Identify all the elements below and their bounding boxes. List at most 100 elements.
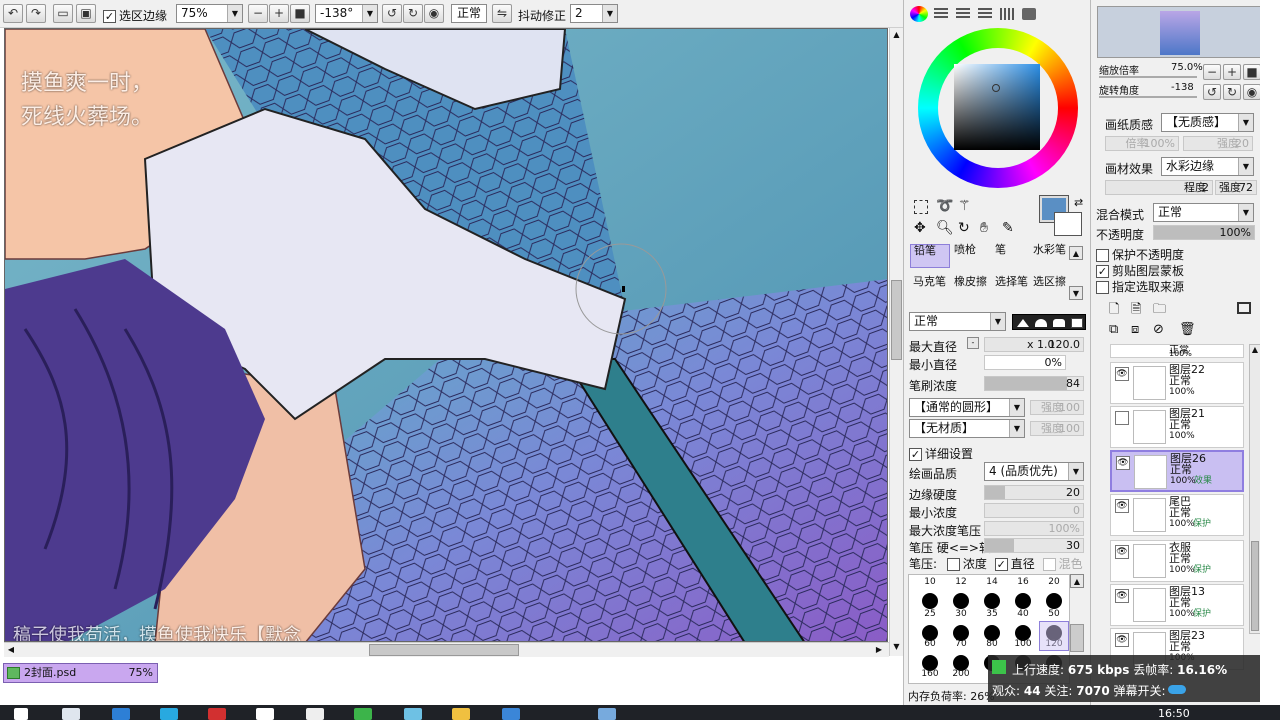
nav-zoom-in-icon[interactable]: +: [1223, 64, 1241, 80]
drawing-canvas[interactable]: 摸鱼爽一时， 死线火葬场。 稿子使我苟活，摸鱼使我快乐【默念: [4, 28, 888, 642]
brush-size-label[interactable]: 30: [946, 609, 976, 619]
app-icon-4[interactable]: [306, 708, 324, 720]
layer-row[interactable]: 图层21 正常 100%: [1110, 406, 1244, 448]
min-size-field[interactable]: 0%: [984, 355, 1066, 370]
brush-size-label[interactable]: 20: [1039, 577, 1069, 587]
select-edge-checkbox[interactable]: ✓: [103, 10, 116, 23]
eye-icon[interactable]: 👁︎: [1115, 499, 1129, 513]
lasso-icon[interactable]: ➰: [936, 198, 953, 214]
layer-blend-select[interactable]: 正常 ▼: [1153, 203, 1254, 222]
tool-airbrush[interactable]: 喷枪: [951, 244, 991, 268]
eyedropper-icon[interactable]: ✎: [1002, 220, 1014, 236]
pressure-hardness-slider[interactable]: 30: [984, 538, 1084, 553]
app-icon-5[interactable]: [404, 708, 422, 720]
layer-opacity-slider[interactable]: 100%: [1153, 225, 1255, 240]
brush-size-dot[interactable]: [953, 593, 969, 609]
start-icon[interactable]: [14, 708, 28, 720]
brush-size-label[interactable]: 10: [915, 577, 945, 587]
effect-strength-field[interactable]: 强度72: [1215, 180, 1257, 195]
zoom-tool-icon[interactable]: 🔍︎: [936, 220, 954, 236]
brush-mode-select[interactable]: 正常 ▼: [909, 312, 1006, 331]
color-wheel-icon[interactable]: [910, 6, 928, 22]
merge-down-icon[interactable]: ⧈: [1131, 322, 1139, 337]
brush-size-label[interactable]: 70: [946, 639, 976, 649]
tool-pencil[interactable]: 铅笔: [910, 244, 950, 268]
new-folder-icon[interactable]: 🗀︎: [1153, 300, 1166, 322]
layer-scroll-thumb[interactable]: [1251, 541, 1259, 631]
delete-layer-icon[interactable]: 🗑︎: [1179, 322, 1196, 337]
deselect-icon[interactable]: ▭: [53, 4, 73, 23]
scroll-down-icon[interactable]: ▼: [890, 640, 903, 654]
brush-tip-shapes[interactable]: [1012, 314, 1086, 330]
layer-scroll-up-icon[interactable]: ▲: [1250, 345, 1260, 357]
texture-strength-field[interactable]: 强度100: [1030, 421, 1084, 436]
nav-zoom-slider[interactable]: [1099, 76, 1197, 78]
brush-size-label[interactable]: 14: [977, 577, 1007, 587]
eye-icon[interactable]: 👁︎: [1115, 589, 1129, 603]
saturation-value-square[interactable]: [954, 64, 1040, 150]
clear-layer-icon[interactable]: ⊘: [1153, 322, 1164, 337]
shape-strength-field[interactable]: 强度100: [1030, 400, 1084, 415]
horizontal-scroll-thumb[interactable]: [369, 644, 519, 656]
app-icon-3[interactable]: [256, 708, 274, 720]
clip-mask-checkbox[interactable]: ✓: [1096, 265, 1109, 278]
tool-scroll-down-icon[interactable]: ▼: [1069, 286, 1083, 300]
move-icon[interactable]: ✥: [914, 220, 926, 236]
background-color-swatch[interactable]: [1054, 212, 1082, 236]
tool-select-pen[interactable]: 选择笔: [992, 276, 1032, 300]
zoom-out-icon[interactable]: −: [248, 4, 268, 23]
nav-rotate-reset-icon[interactable]: ◉: [1243, 84, 1261, 100]
selection-source-checkbox[interactable]: [1096, 281, 1109, 294]
app-icon-6[interactable]: [502, 708, 520, 720]
hsv-slider-icon[interactable]: [956, 8, 970, 20]
tool-eraser[interactable]: 橡皮擦: [951, 276, 991, 300]
effect-degree-field[interactable]: 程度2: [1105, 180, 1213, 195]
color-picker-handle[interactable]: [992, 84, 1000, 92]
layer-row[interactable]: 👁︎ 图层26 正常 100% 效果: [1110, 450, 1244, 492]
brush-size-label[interactable]: 80: [977, 639, 1007, 649]
brush-shape-select[interactable]: 【通常的圆形】 ▼: [909, 398, 1025, 417]
document-tab[interactable]: 2封面.psd 75%: [3, 663, 158, 683]
blend-mode-select[interactable]: 正常: [451, 4, 487, 23]
zoom-reset-icon[interactable]: ■: [290, 4, 310, 23]
density-slider[interactable]: 84: [984, 376, 1084, 391]
brush-size-label[interactable]: 160: [915, 669, 945, 679]
app-icon-1[interactable]: [160, 708, 178, 720]
brush-size-label[interactable]: 200: [946, 669, 976, 679]
scroll-up-icon[interactable]: ▲: [890, 28, 903, 42]
zoom-select[interactable]: 75% ▼: [176, 4, 243, 23]
brush-size-dot[interactable]: [1015, 593, 1031, 609]
nav-zoom-out-icon[interactable]: −: [1203, 64, 1221, 80]
rotate-left-icon[interactable]: ↺: [382, 4, 402, 23]
new-linework-layer-icon[interactable]: 🗎︎: [1131, 300, 1141, 322]
brush-size-dot[interactable]: [922, 593, 938, 609]
layer-mask-icon[interactable]: [1237, 302, 1251, 314]
paper-texture-select[interactable]: 【无质感】 ▼: [1161, 113, 1254, 132]
magic-wand-icon[interactable]: ⚚: [958, 198, 971, 214]
eye-icon[interactable]: [1115, 411, 1129, 425]
rotate-reset-icon[interactable]: ◉: [424, 4, 444, 23]
canvas-vertical-scrollbar[interactable]: ▲ ▼: [889, 28, 903, 656]
pressure-size-checkbox[interactable]: ✓: [994, 558, 1008, 571]
folder-icon[interactable]: [452, 708, 470, 720]
browser-icon[interactable]: [112, 708, 130, 720]
brush-size-label[interactable]: 60: [915, 639, 945, 649]
clip-mask-toggle[interactable]: ✓ 剪贴图层蒙板: [1096, 262, 1184, 279]
max-size-field[interactable]: x 1.0120.0: [984, 337, 1084, 352]
brush-size-dot[interactable]: [1046, 593, 1062, 609]
danmaku-toggle[interactable]: [1168, 685, 1186, 694]
size-scroll-up-icon[interactable]: ▲: [1070, 574, 1084, 588]
swatches-icon[interactable]: [1000, 8, 1014, 20]
scroll-right-icon[interactable]: ▶: [872, 643, 886, 657]
brush-size-label[interactable]: 35: [977, 609, 1007, 619]
color-mixer-icon[interactable]: [978, 8, 992, 20]
brush-size-label[interactable]: 100: [1008, 639, 1038, 649]
layer-row[interactable]: 👁︎ 图层13 正常 100% 保护: [1110, 584, 1244, 626]
stabilizer-select[interactable]: 2 ▼: [570, 4, 618, 23]
eye-icon[interactable]: 👁︎: [1115, 545, 1129, 559]
tip-sharp-icon[interactable]: [1017, 319, 1029, 327]
quality-select[interactable]: 4 (品质优先) ▼: [984, 462, 1084, 481]
rect-select-icon[interactable]: [914, 200, 928, 214]
rotate-tool-icon[interactable]: ↻: [958, 220, 970, 236]
new-layer-icon[interactable]: 🗋︎: [1109, 300, 1119, 322]
